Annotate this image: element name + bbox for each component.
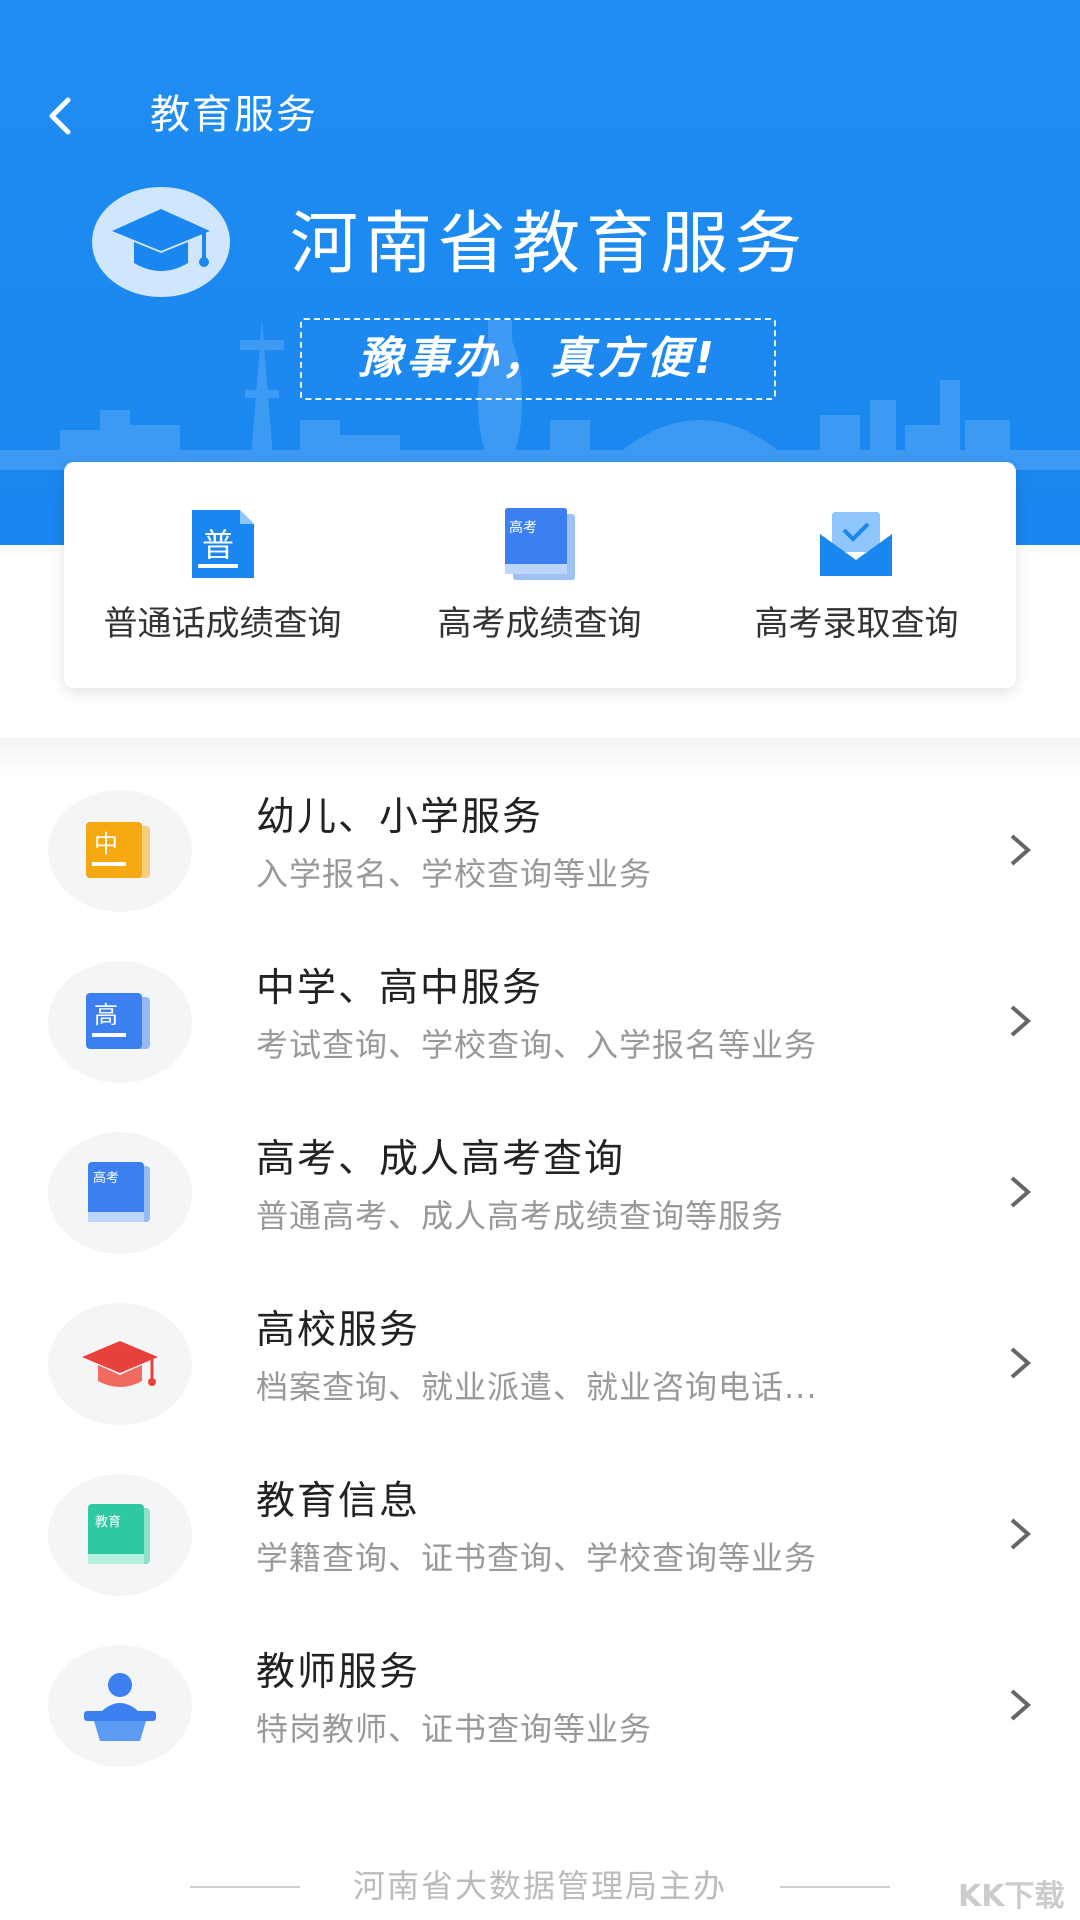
chevron-right-icon [1010,1689,1032,1721]
quick-link-gaokao-score[interactable]: 高考 高考成绩查询 [381,462,698,688]
chevron-right-icon [1010,1176,1032,1208]
footer-divider-left [190,1886,300,1888]
quick-link-label: 高考录取查询 [754,604,959,644]
service-title: 教师服务 [256,1650,421,1695]
teacher-podium-icon [84,1673,156,1741]
service-subtitle: 特岗教师、证书查询等业务 [256,1710,653,1748]
service-row-university[interactable]: 高校服务 档案查询、就业派遣、就业咨询电话... [0,1281,1080,1451]
svg-text:普: 普 [202,526,234,564]
slogan-text: 豫事办，真方便! [357,333,719,384]
gaokao-book-icon: 高考 [88,1162,150,1222]
high-school-book-icon: 高 [86,993,150,1049]
admission-envelope-icon [820,512,892,576]
hero-title: 河南省教育服务 [290,205,809,284]
svg-text:高考: 高考 [509,519,537,536]
quick-link-admission[interactable]: 高考录取查询 [698,462,1015,688]
education-book-icon: 教育 [88,1504,150,1564]
service-icon-bg [48,1303,192,1425]
footer-text: 河南省大数据管理局主办 [352,1867,727,1905]
service-icon-bg: 高考 [48,1132,192,1254]
quick-link-putonghua[interactable]: 普 普通话成绩查询 [64,462,381,688]
service-icon-bg [48,1645,192,1767]
education-logo [92,187,230,297]
graduation-cap-icon [82,1341,158,1387]
chevron-right-icon [1010,1518,1032,1550]
service-row-primary[interactable]: 中 幼儿、小学服务 入学报名、学校查询等业务 [0,768,1080,938]
watermark: KK下载 [958,1879,1065,1914]
service-subtitle: 普通高考、成人高考成绩查询等服务 [256,1197,785,1235]
service-title: 高考、成人高考查询 [256,1137,626,1182]
service-title: 幼儿、小学服务 [256,795,544,840]
footer-divider-right [780,1886,890,1888]
svg-text:高: 高 [94,1001,118,1029]
putonghua-doc-icon: 普 [192,510,254,578]
chevron-right-icon [1010,834,1032,866]
service-subtitle: 学籍查询、证书查询、学校查询等业务 [256,1539,818,1577]
service-title: 中学、高中服务 [256,966,544,1011]
slogan-box: 豫事办，真方便! [300,318,776,400]
service-row-gaokao[interactable]: 高考 高考、成人高考查询 普通高考、成人高考成绩查询等服务 [0,1110,1080,1280]
svg-text:高考: 高考 [93,1170,119,1186]
service-row-teacher[interactable]: 教师服务 特岗教师、证书查询等业务 [0,1623,1080,1793]
page-title: 教育服务 [150,92,318,138]
service-subtitle: 档案查询、就业派遣、就业咨询电话... [256,1368,818,1406]
svg-text:中: 中 [94,830,118,858]
svg-text:教育: 教育 [95,1514,121,1530]
back-button[interactable] [32,86,92,146]
service-row-middle-school[interactable]: 高 中学、高中服务 考试查询、学校查询、入学报名等业务 [0,939,1080,1109]
quick-link-label: 普通话成绩查询 [103,604,342,644]
gaokao-book-icon: 高考 [505,508,575,580]
service-title: 教育信息 [256,1479,421,1524]
service-icon-bg: 高 [48,961,192,1083]
service-subtitle: 考试查询、学校查询、入学报名等业务 [256,1026,818,1064]
service-title: 高校服务 [256,1308,421,1353]
service-subtitle: 入学报名、学校查询等业务 [256,855,653,893]
graduation-cap-icon [112,209,210,271]
footer: 河南省大数据管理局主办 [190,1864,890,1908]
service-icon-bg: 教育 [48,1474,192,1596]
service-icon-bg: 中 [48,790,192,912]
service-row-education-info[interactable]: 教育 教育信息 学籍查询、证书查询、学校查询等业务 [0,1452,1080,1622]
primary-school-book-icon: 中 [86,822,150,878]
quick-links-card: 普 普通话成绩查询 高考 高考成绩查询 高考录取查询 [64,462,1016,688]
chevron-right-icon [1010,1005,1032,1037]
quick-link-label: 高考成绩查询 [437,604,642,644]
chevron-left-icon [49,97,71,135]
chevron-right-icon [1010,1347,1032,1379]
top-bar: 教育服务 [0,80,1080,152]
